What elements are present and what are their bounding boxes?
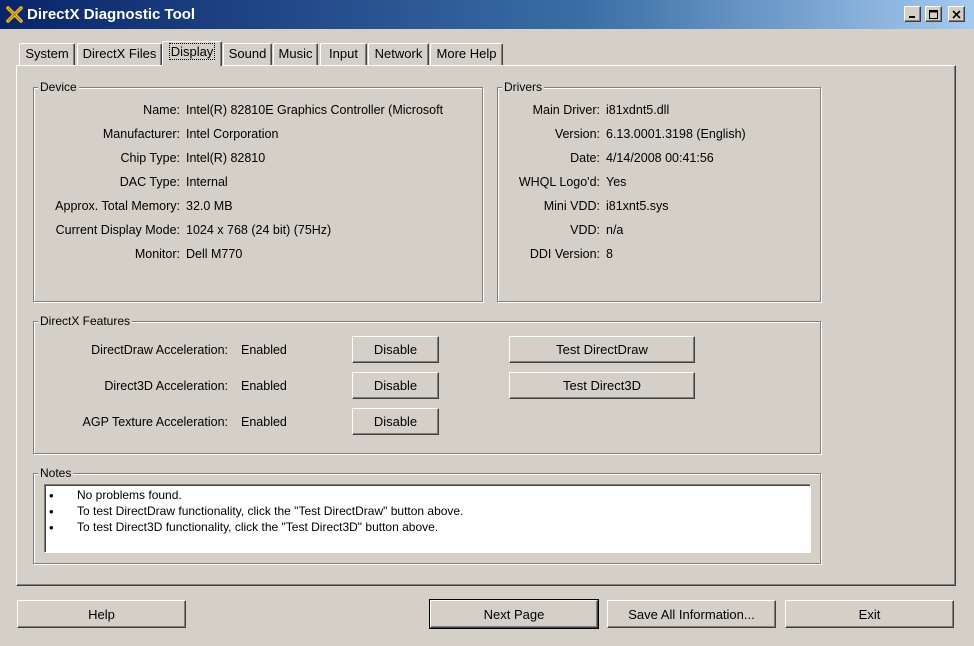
disable-directdraw-button[interactable]: Disable [352, 336, 439, 363]
tab-sound[interactable]: Sound [223, 43, 272, 65]
tab-display[interactable]: Display [162, 41, 222, 66]
minimize-button[interactable] [904, 6, 921, 22]
device-group [33, 87, 483, 302]
device-name-value: Intel(R) 82810E Graphics Controller (Mic… [186, 103, 444, 117]
help-button[interactable]: Help [17, 600, 186, 628]
version-label: Version: [554, 127, 600, 141]
save-all-information-button[interactable]: Save All Information... [607, 600, 776, 628]
mini-vdd-value: i81xnt5.sys [606, 199, 669, 213]
list-item: • To test DirectDraw functionality, clic… [49, 504, 464, 519]
device-group-title: Device [38, 80, 79, 94]
vdd-label: VDD: [570, 223, 600, 237]
display-mode-value: 1024 x 768 (24 bit) (75Hz) [186, 223, 332, 237]
next-page-button[interactable]: Next Page [429, 599, 599, 629]
exit-button[interactable]: Exit [785, 600, 954, 628]
total-memory-label: Approx. Total Memory: [55, 199, 180, 213]
ddi-version-label: DDI Version: [529, 247, 600, 261]
bullet: • [49, 504, 54, 519]
bullet: • [49, 520, 54, 535]
tab-more-help[interactable]: More Help [430, 43, 503, 65]
manufacturer-label: Manufacturer: [102, 127, 180, 141]
disable-agp-texture-button[interactable]: Disable [352, 408, 439, 435]
tab-directx-files[interactable]: DirectX Files [77, 43, 162, 65]
monitor-label: Monitor: [134, 247, 180, 261]
dac-type-value: Internal [186, 175, 228, 189]
agp-texture-accel-label: AGP Texture Acceleration: [82, 415, 228, 429]
close-button[interactable] [948, 6, 965, 22]
minimize-icon [909, 15, 915, 18]
list-item: • No problems found. [49, 488, 182, 503]
mini-vdd-label: Mini VDD: [543, 199, 600, 213]
window-title: DirectX Diagnostic Tool [27, 6, 196, 23]
device-name-label: Name: [143, 103, 180, 117]
tab-system[interactable]: System [19, 43, 75, 65]
maximize-icon [929, 9, 938, 19]
tab-input[interactable]: Input [320, 43, 367, 65]
drivers-group [497, 87, 821, 302]
close-icon [952, 9, 961, 19]
maximize-button[interactable] [925, 6, 942, 22]
drivers-group-title: Drivers [502, 80, 544, 94]
ddi-version-value: 8 [606, 247, 613, 261]
directx-x-icon [6, 6, 23, 23]
notes-list[interactable]: • No problems found. • To test DirectDra… [44, 484, 811, 553]
list-item: • To test Direct3D functionality, click … [49, 520, 439, 535]
direct3d-accel-label: Direct3D Acceleration: [104, 379, 228, 393]
title-bar[interactable]: DirectX Diagnostic Tool [0, 0, 974, 29]
test-direct3d-button[interactable]: Test Direct3D [509, 372, 695, 399]
direct3d-accel-status: Enabled [241, 379, 287, 393]
agp-texture-accel-status: Enabled [241, 415, 287, 429]
tab-network[interactable]: Network [368, 43, 429, 65]
directdraw-accel-label: DirectDraw Acceleration: [91, 343, 228, 357]
notes-group-title: Notes [38, 466, 74, 480]
dac-type-label: DAC Type: [119, 175, 180, 189]
vdd-value: n/a [606, 223, 624, 237]
monitor-value: Dell M770 [186, 247, 243, 261]
display-mode-label: Current Display Mode: [55, 223, 180, 237]
test-directdraw-button[interactable]: Test DirectDraw [509, 336, 695, 363]
main-driver-value: i81xdnt5.dll [606, 103, 670, 117]
chip-type-value: Intel(R) 82810 [186, 151, 266, 165]
whql-label: WHQL Logo'd: [518, 175, 600, 189]
whql-value: Yes [606, 175, 627, 189]
directdraw-accel-status: Enabled [241, 343, 287, 357]
total-memory-value: 32.0 MB [186, 199, 233, 213]
main-driver-label: Main Driver: [532, 103, 600, 117]
bullet: • [49, 488, 54, 503]
version-value: 6.13.0001.3198 (English) [606, 127, 746, 141]
directx-features-title: DirectX Features [38, 314, 133, 328]
manufacturer-value: Intel Corporation [186, 127, 279, 141]
tab-music[interactable]: Music [273, 43, 318, 65]
disable-direct3d-button[interactable]: Disable [352, 372, 439, 399]
chip-type-label: Chip Type: [120, 151, 180, 165]
date-value: 4/14/2008 00:41:56 [606, 151, 714, 165]
date-label: Date: [570, 151, 600, 165]
